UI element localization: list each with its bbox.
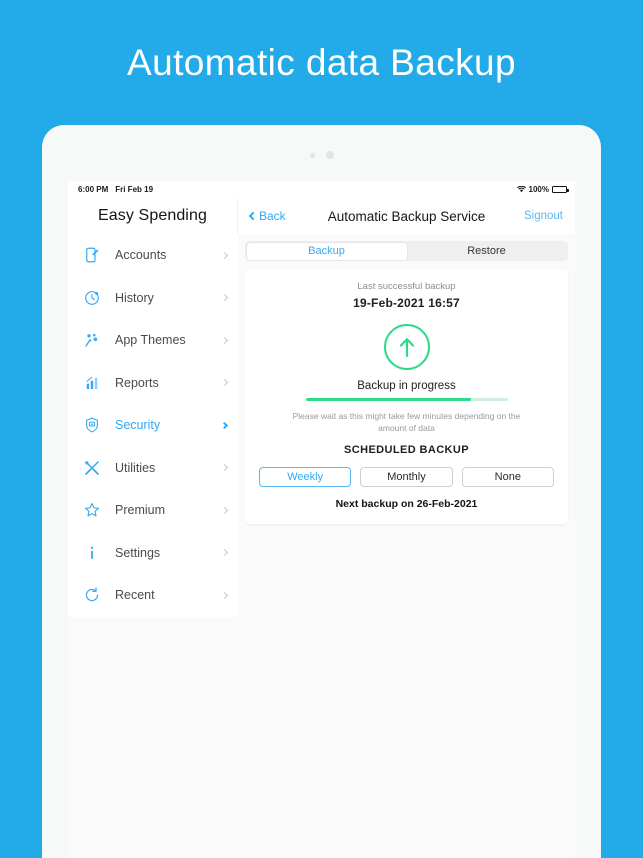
status-date: Fri Feb 19 xyxy=(115,185,154,194)
schedule-option-monthly[interactable]: Monthly xyxy=(360,467,453,487)
app-title: Easy Spending xyxy=(98,207,207,224)
schedule-option-label: None xyxy=(494,471,521,483)
main-pane: Backup Restore Last successful backup 19… xyxy=(238,234,575,858)
chevron-right-icon xyxy=(220,421,229,429)
note-edit-icon xyxy=(86,247,99,263)
sidebar-menu: Accounts History App Themes Reports Security… xyxy=(68,234,238,617)
sidebar-item-label: Utilities xyxy=(115,460,156,475)
schedule-option-label: Monthly xyxy=(387,471,426,483)
info-icon xyxy=(82,543,102,563)
progress-status-label: Backup in progress xyxy=(357,380,456,392)
schedule-option-label: Weekly xyxy=(287,471,324,483)
bar-chart-icon xyxy=(86,376,98,389)
star-icon xyxy=(82,500,102,520)
sidebar-item-settings[interactable]: Settings xyxy=(68,532,238,575)
backup-progress-bar xyxy=(305,398,508,401)
refresh-icon xyxy=(82,585,102,605)
chevron-right-icon xyxy=(220,591,229,599)
chevron-right-icon xyxy=(220,379,229,387)
schedule-option-weekly[interactable]: Weekly xyxy=(259,467,352,487)
bar-chart-icon xyxy=(82,373,102,393)
next-backup-label: Next backup on 26-Feb-2021 xyxy=(335,498,478,510)
sidebar-item-label: Reports xyxy=(115,375,159,390)
chevron-left-icon xyxy=(248,211,258,221)
chevron-right-icon xyxy=(220,294,229,302)
sidebar-item-recent[interactable]: Recent xyxy=(68,574,238,617)
backup-status-card: Last successful backup 19-Feb-2021 16:57… xyxy=(245,270,568,524)
back-button[interactable]: Back xyxy=(248,209,286,223)
themes-dots-icon xyxy=(82,330,102,350)
sidebar-item-app-themes[interactable]: App Themes xyxy=(68,319,238,362)
front-camera-icon xyxy=(325,151,334,159)
headline-banner: Automatic data Backup xyxy=(0,0,643,125)
ambient-sensor-icon xyxy=(309,152,315,158)
upload-indicator xyxy=(383,324,430,370)
scheduled-backup-heading: SCHEDULED BACKUP xyxy=(344,444,469,456)
chevron-right-icon xyxy=(220,336,229,344)
device-sensors xyxy=(42,151,601,159)
sidebar-item-label: Recent xyxy=(115,588,155,603)
tab-restore-label: Restore xyxy=(467,245,506,257)
schedule-options-row: Weekly Monthly None xyxy=(259,467,554,487)
sidebar-item-label: Security xyxy=(115,418,161,433)
tab-backup[interactable]: Backup xyxy=(246,242,407,260)
schedule-option-none[interactable]: None xyxy=(461,467,554,487)
tablet-device-frame: 6:00 PM Fri Feb 19 100% Easy Spending Ba… xyxy=(42,125,601,858)
wifi-icon xyxy=(516,185,526,193)
sidebar-item-security[interactable]: Security xyxy=(68,404,238,447)
clock-icon xyxy=(85,290,99,305)
content-area: Accounts History App Themes Reports Security… xyxy=(68,234,575,858)
chevron-right-icon xyxy=(220,506,229,514)
backup-restore-segmented-control: Backup Restore xyxy=(245,241,568,261)
refresh-icon xyxy=(85,587,99,602)
tab-restore[interactable]: Restore xyxy=(407,243,567,260)
navigation-bar: Easy Spending Back Automatic Backup Serv… xyxy=(68,198,575,234)
app-title-area: Easy Spending xyxy=(68,198,238,234)
note-edit-icon xyxy=(82,245,102,265)
chevron-right-icon xyxy=(220,549,229,557)
status-bar: 6:00 PM Fri Feb 19 100% xyxy=(68,181,575,198)
sidebar-item-label: Accounts xyxy=(115,248,167,263)
sidebar-item-label: Settings xyxy=(115,545,161,560)
tab-backup-label: Backup xyxy=(308,245,345,257)
last-backup-value: 19-Feb-2021 16:57 xyxy=(353,296,460,310)
themes-dots-icon xyxy=(85,334,98,347)
backup-hint-text: Please wait as this might take few minut… xyxy=(292,410,521,434)
chevron-right-icon xyxy=(220,251,229,259)
sidebar-item-utilities[interactable]: Utilities xyxy=(68,447,238,490)
sidebar-item-label: App Themes xyxy=(115,333,186,348)
status-time: 6:00 PM xyxy=(78,185,109,194)
shield-icon xyxy=(82,415,102,435)
upload-arrow-icon xyxy=(399,338,414,358)
last-backup-label: Last successful backup xyxy=(357,281,456,292)
backup-progress-fill xyxy=(305,398,472,401)
battery-icon xyxy=(552,186,569,193)
sidebar-item-label: History xyxy=(115,290,154,305)
sidebar-item-history[interactable]: History xyxy=(68,277,238,320)
sidebar: Accounts History App Themes Reports Security… xyxy=(68,234,238,858)
tools-icon xyxy=(82,458,102,478)
info-icon xyxy=(90,546,94,559)
sidebar-item-accounts[interactable]: Accounts xyxy=(68,234,238,277)
sidebar-item-premium[interactable]: Premium xyxy=(68,489,238,532)
clock-icon xyxy=(82,288,102,308)
back-button-label: Back xyxy=(259,209,286,223)
star-icon xyxy=(84,503,100,517)
shield-icon xyxy=(86,417,98,433)
tools-icon xyxy=(85,460,99,475)
screen-nav-area: Back Automatic Backup Service Signout xyxy=(238,198,575,234)
device-screen: 6:00 PM Fri Feb 19 100% Easy Spending Ba… xyxy=(68,181,575,858)
page-title: Automatic data Backup xyxy=(127,41,516,83)
battery-percent-label: 100% xyxy=(528,185,549,194)
chevron-right-icon xyxy=(220,464,229,472)
sidebar-item-reports[interactable]: Reports xyxy=(68,362,238,405)
signout-button[interactable]: Signout xyxy=(524,210,563,222)
sidebar-item-label: Premium xyxy=(115,503,166,518)
